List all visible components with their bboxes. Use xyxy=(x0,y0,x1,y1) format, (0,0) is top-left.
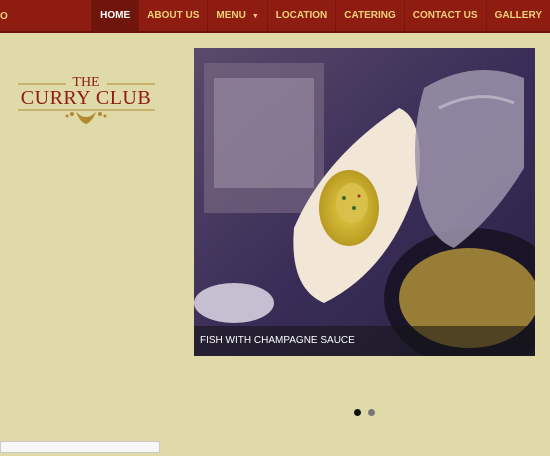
truncated-nav-text[interactable]: O xyxy=(0,11,8,22)
nav-contact-us[interactable]: CONTACT US xyxy=(403,0,486,31)
horizontal-scrollbar[interactable] xyxy=(0,441,160,453)
slider-dot-2[interactable] xyxy=(368,409,375,416)
top-navbar: O HOME ABOUT US MENU ▼ LOCATION CATERING … xyxy=(0,0,550,33)
nav-contact-label: CONTACT US xyxy=(412,10,478,21)
nav-about-us[interactable]: ABOUT US xyxy=(138,0,207,31)
slide-caption: FISH WITH CHAMPAGNE SAUCE xyxy=(194,326,535,356)
nav-gallery-label: GALLERY xyxy=(494,10,542,21)
logo-line2: CURRY CLUB xyxy=(21,87,151,109)
slider-dot-1[interactable] xyxy=(354,409,361,416)
nav-home-label: HOME xyxy=(100,10,131,21)
nav-location-label: LOCATION xyxy=(275,10,328,21)
main-nav: HOME ABOUT US MENU ▼ LOCATION CATERING CO… xyxy=(91,0,550,31)
nav-about-label: ABOUT US xyxy=(147,10,200,21)
nav-menu-label: MENU xyxy=(216,10,246,21)
slide-photo xyxy=(194,48,535,356)
nav-home[interactable]: HOME xyxy=(91,0,139,31)
nav-menu[interactable]: MENU ▼ xyxy=(207,0,266,31)
site-logo[interactable]: THE CURRY CLUB xyxy=(14,70,159,130)
chevron-down-icon: ▼ xyxy=(251,13,259,20)
image-slider[interactable]: FISH WITH CHAMPAGNE SAUCE xyxy=(194,48,535,356)
nav-catering[interactable]: CATERING xyxy=(335,0,403,31)
crown-ornament-icon xyxy=(65,112,107,124)
nav-gallery[interactable]: GALLERY xyxy=(485,0,550,31)
slider-pagination xyxy=(354,409,375,416)
nav-location[interactable]: LOCATION xyxy=(266,0,335,31)
nav-catering-label: CATERING xyxy=(344,10,396,21)
